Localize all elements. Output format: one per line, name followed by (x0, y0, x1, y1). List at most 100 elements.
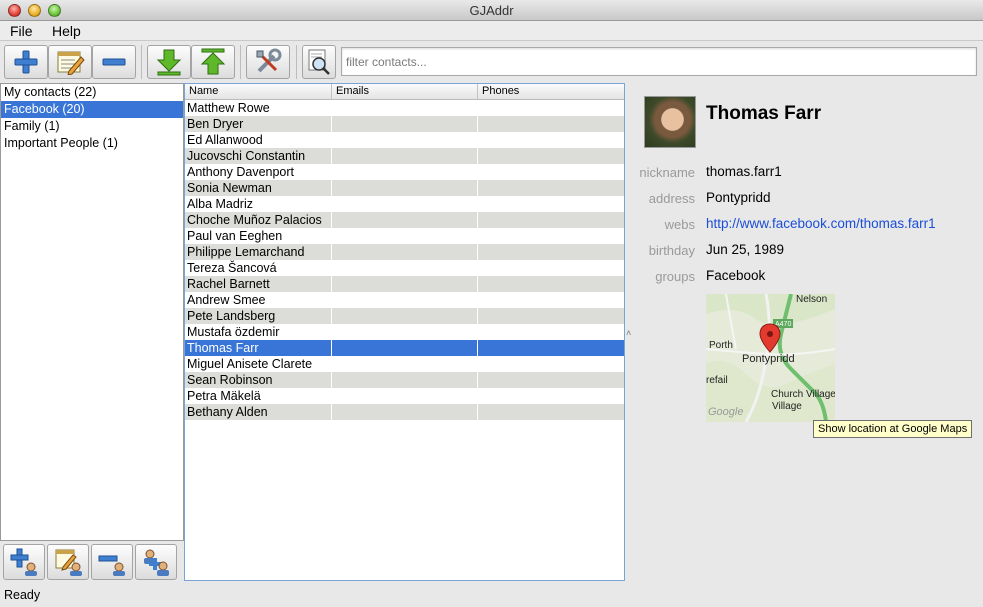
table-row[interactable]: Thomas Farr (185, 340, 624, 356)
table-header: Name Emails Phones (185, 84, 624, 100)
table-row[interactable]: Philippe Lemarchand (185, 244, 624, 260)
cell-name: Sean Robinson (185, 372, 332, 388)
map-place-porth: Porth (709, 340, 733, 351)
cell-phones (478, 148, 624, 164)
green-up-arrow-icon (200, 48, 226, 75)
cell-name: Jucovschi Constantin (185, 148, 332, 164)
cell-phones (478, 132, 624, 148)
manage-group-members-button[interactable] (135, 544, 177, 580)
cell-phones (478, 244, 624, 260)
table-row[interactable]: Jucovschi Constantin (185, 148, 624, 164)
cell-emails (332, 356, 478, 372)
contact-photo (644, 96, 696, 148)
remove-group-button[interactable] (91, 544, 133, 580)
contact-details: Thomas Farr nickname thomas.farr1 addres… (630, 83, 983, 581)
cell-emails (332, 404, 478, 420)
table-row[interactable]: Anthony Davenport (185, 164, 624, 180)
table-row[interactable]: Paul van Eeghen (185, 228, 624, 244)
menu-file[interactable]: File (8, 23, 35, 39)
cell-phones (478, 196, 624, 212)
groups-value: Facebook (706, 268, 766, 283)
tools-icon (256, 48, 282, 73)
minus-group-icon (98, 555, 125, 576)
cell-name: Miguel Anisete Clarete (185, 356, 332, 372)
status-text: Ready (4, 588, 41, 602)
search-input[interactable]: filter contacts... (341, 47, 977, 76)
birthday-label: birthday (648, 243, 695, 258)
address-label: address (648, 191, 695, 206)
menu-help[interactable]: Help (50, 23, 83, 39)
cell-phones (478, 180, 624, 196)
export-button[interactable] (191, 45, 235, 79)
group-item-important-people[interactable]: Important People (1) (1, 135, 183, 152)
table-row[interactable]: Pete Landsberg (185, 308, 624, 324)
import-button[interactable] (147, 45, 191, 79)
table-row[interactable]: Matthew Rowe (185, 100, 624, 116)
group-item-family[interactable]: Family (1) (1, 118, 183, 135)
table-row[interactable]: Ed Allanwood (185, 132, 624, 148)
cell-phones (478, 372, 624, 388)
cell-emails (332, 308, 478, 324)
preferences-button[interactable] (246, 45, 290, 79)
column-header-phones[interactable]: Phones (478, 84, 624, 99)
groups-list: My contacts (22) Facebook (20) Family (1… (0, 83, 184, 541)
webs-label: webs (664, 217, 695, 232)
cell-name: Rachel Barnett (185, 276, 332, 292)
table-row[interactable]: Alba Madriz (185, 196, 624, 212)
column-header-emails[interactable]: Emails (332, 84, 478, 99)
cell-phones (478, 404, 624, 420)
cell-phones (478, 356, 624, 372)
cell-emails (332, 276, 478, 292)
cell-name: Choche Muñoz Palacios (185, 212, 332, 228)
cell-emails (332, 196, 478, 212)
table-row[interactable]: Tereza Šancová (185, 260, 624, 276)
cell-phones (478, 308, 624, 324)
table-row[interactable]: Miguel Anisete Clarete (185, 356, 624, 372)
title-bar: GJAddr (0, 0, 983, 21)
menu-bar: File Help (0, 21, 983, 41)
cell-phones (478, 276, 624, 292)
column-header-name[interactable]: Name (185, 84, 332, 99)
table-row[interactable]: Bethany Alden (185, 404, 624, 420)
table-row[interactable]: Sean Robinson (185, 372, 624, 388)
contacts-table: Name Emails Phones Matthew Rowe Ben Dryer… (184, 83, 625, 581)
table-row[interactable]: Mustafa özdemir (185, 324, 624, 340)
table-row[interactable]: Sonia Newman (185, 180, 624, 196)
groups-label: groups (655, 269, 695, 284)
find-button[interactable] (302, 45, 336, 79)
cell-phones (478, 260, 624, 276)
plus-icon (14, 50, 38, 74)
table-row[interactable]: Choche Muñoz Palacios (185, 212, 624, 228)
webs-link[interactable]: http://www.facebook.com/thomas.farr1 (706, 216, 936, 231)
cell-emails (332, 324, 478, 340)
map-place-village: Village (772, 401, 802, 412)
location-map[interactable]: A470 Nelson Porth Pontypridd refail Chur… (706, 294, 835, 422)
cell-emails (332, 388, 478, 404)
cell-emails (332, 340, 478, 356)
remove-contact-button[interactable] (92, 45, 136, 79)
cell-name: Sonia Newman (185, 180, 332, 196)
add-group-button[interactable] (3, 544, 45, 580)
group-members-icon (144, 549, 169, 576)
plus-group-icon (10, 548, 37, 576)
cell-emails (332, 116, 478, 132)
cell-emails (332, 132, 478, 148)
edit-contact-button[interactable] (48, 45, 92, 79)
cell-name: Ed Allanwood (185, 132, 332, 148)
table-row[interactable]: Andrew Smee (185, 292, 624, 308)
cell-phones (478, 164, 624, 180)
cell-phones (478, 340, 624, 356)
edit-group-button[interactable] (47, 544, 89, 580)
cell-emails (332, 260, 478, 276)
table-row[interactable]: Petra Mäkelä (185, 388, 624, 404)
add-contact-button[interactable] (4, 45, 48, 79)
table-row[interactable]: Rachel Barnett (185, 276, 624, 292)
table-row[interactable]: Ben Dryer (185, 116, 624, 132)
group-item-my-contacts[interactable]: My contacts (22) (1, 84, 183, 101)
cell-emails (332, 244, 478, 260)
group-item-facebook[interactable]: Facebook (20) (1, 101, 183, 118)
magnifier-icon (308, 49, 330, 75)
cell-name: Alba Madriz (185, 196, 332, 212)
cell-name: Thomas Farr (185, 340, 332, 356)
notepad-pencil-icon (57, 51, 85, 75)
